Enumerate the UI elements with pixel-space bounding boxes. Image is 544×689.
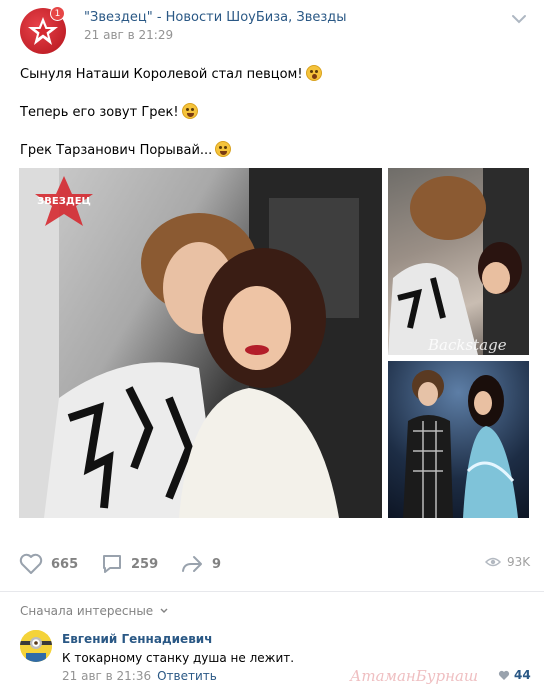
comments-sort-dropdown[interactable]: Сначала интересные <box>20 604 168 618</box>
post-date[interactable]: 21 авг в 21:29 <box>84 28 173 42</box>
post-line-1: Сынуля Наташи Королевой стал певцом! <box>20 65 322 83</box>
chevron-down-icon[interactable] <box>511 14 527 24</box>
notification-badge: 1 <box>50 6 65 21</box>
grinning-face-emoji-icon <box>181 103 198 119</box>
fearful-face-emoji-icon <box>305 65 322 81</box>
divider <box>0 591 544 592</box>
comment-date[interactable]: 21 авг в 21:36 <box>62 669 151 683</box>
share-count: 9 <box>212 556 222 572</box>
comment-like-button[interactable]: 44 <box>498 668 531 682</box>
post-photo-main[interactable]: ЗВЕЗДЕЦ <box>19 168 382 518</box>
chevron-down-icon <box>160 608 168 613</box>
share-button[interactable]: 9 <box>180 553 221 575</box>
like-button[interactable]: 665 <box>19 553 78 575</box>
post-photo-side-bottom[interactable] <box>388 361 529 518</box>
group-name-link[interactable]: "Звездец" - Новости ШоуБиза, Звезды <box>84 10 347 25</box>
photo-stage-illustration <box>403 370 518 518</box>
comment-meta: 21 авг в 21:36 Ответить <box>62 669 217 683</box>
heart-filled-icon <box>498 670 510 680</box>
like-count: 665 <box>51 556 79 572</box>
heart-icon <box>19 553 43 574</box>
comment-like-count: 44 <box>514 668 531 682</box>
views-counter: 93K <box>485 555 530 569</box>
post-photo-side-top[interactable]: Backstage <box>388 168 529 355</box>
zvezdec-logo-watermark: ЗВЕЗДЕЦ <box>35 176 93 226</box>
comment-author-avatar[interactable] <box>20 630 52 662</box>
svg-text:ЗВЕЗДЕЦ: ЗВЕЗДЕЦ <box>37 196 91 207</box>
comment-text: К токарному станку душа не лежит. <box>62 651 295 665</box>
post-line-3: Грек Тарзанович Порывай... <box>20 141 232 159</box>
post-line-2: Теперь его зовут Грек! <box>20 103 198 121</box>
comment-count: 259 <box>131 556 159 572</box>
photo-embrace-illustration: Backstage <box>388 168 529 355</box>
minion-avatar-icon <box>20 630 52 662</box>
views-count: 93K <box>507 555 531 569</box>
comment-button[interactable]: 259 <box>101 553 158 575</box>
svg-text:Backstage: Backstage <box>427 336 507 354</box>
eye-icon <box>485 557 501 567</box>
share-arrow-icon <box>182 556 202 572</box>
comment-icon <box>103 555 121 573</box>
image-watermark: АтаманБурнаш <box>350 667 479 685</box>
reply-link[interactable]: Ответить <box>157 669 217 683</box>
post-header: 1 "Звездец" - Новости ШоуБиза, Звезды 21… <box>0 0 544 60</box>
post-actions: 665 259 9 93K <box>0 540 544 590</box>
comment-author-name[interactable]: Евгений Геннадиевич <box>62 632 212 646</box>
laughing-face-emoji-icon <box>215 141 232 157</box>
